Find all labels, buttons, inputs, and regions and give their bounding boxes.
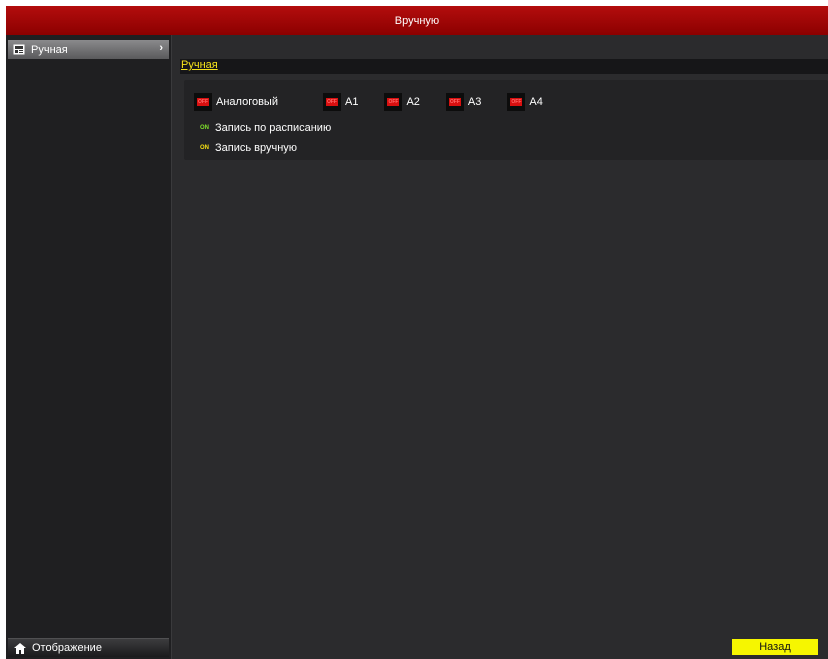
switch-a1[interactable]: OFF A1 <box>322 93 359 111</box>
sidebar-item-label: Ручная <box>31 43 68 56</box>
home-icon <box>14 642 26 654</box>
window-title: Вручную <box>6 6 828 35</box>
switch-label: Аналоговый <box>216 96 278 108</box>
on-badge-icon: ON <box>200 125 209 131</box>
chevron-right-icon: › <box>159 42 163 54</box>
sidebar: Ручная › Отображение <box>6 35 172 659</box>
legend-schedule-record: ON Запись по расписанию <box>200 122 331 134</box>
tab-strip: Ручная <box>180 59 828 74</box>
legend-manual-record: ON Запись вручную <box>200 142 297 154</box>
off-toggle-icon[interactable]: OFF <box>322 93 341 111</box>
switch-a2[interactable]: OFF A2 <box>384 93 420 111</box>
dvr-window: Вручную Ручная › Отображение Ручная OFF … <box>6 6 828 659</box>
switch-label: A4 <box>529 96 543 108</box>
record-switch-row: OFF Аналоговый OFF A1 OFF A2 OFF A3 OFF … <box>194 93 569 111</box>
switch-label: A3 <box>467 96 482 108</box>
switch-a3[interactable]: OFF A3 <box>445 93 482 111</box>
switch-label: A1 <box>344 96 359 108</box>
sidebar-bottom-label: Отображение <box>32 642 102 654</box>
off-toggle-icon[interactable]: OFF <box>194 93 212 111</box>
off-toggle-icon[interactable]: OFF <box>384 93 403 111</box>
legend-label: Запись по расписанию <box>215 122 332 134</box>
off-toggle-icon[interactable]: OFF <box>507 93 526 111</box>
switch-a4[interactable]: OFF A4 <box>507 93 543 111</box>
manual-record-icon <box>13 44 25 55</box>
switch-analog[interactable]: OFF Аналоговый <box>194 93 278 111</box>
switch-label: A2 <box>406 96 420 108</box>
legend-label: Запись вручную <box>215 142 298 154</box>
off-toggle-icon[interactable]: OFF <box>445 93 464 111</box>
manual-record-panel: OFF Аналоговый OFF A1 OFF A2 OFF A3 OFF … <box>184 80 828 160</box>
sidebar-item-manual[interactable]: Ручная › <box>8 40 169 59</box>
back-button[interactable]: Назад <box>732 639 818 655</box>
tab-manual[interactable]: Ручная <box>180 59 218 71</box>
on-badge-icon: ON <box>200 145 209 151</box>
sidebar-item-display[interactable]: Отображение <box>8 638 169 657</box>
main-content: Ручная OFF Аналоговый OFF A1 OFF A2 OFF … <box>174 35 828 659</box>
